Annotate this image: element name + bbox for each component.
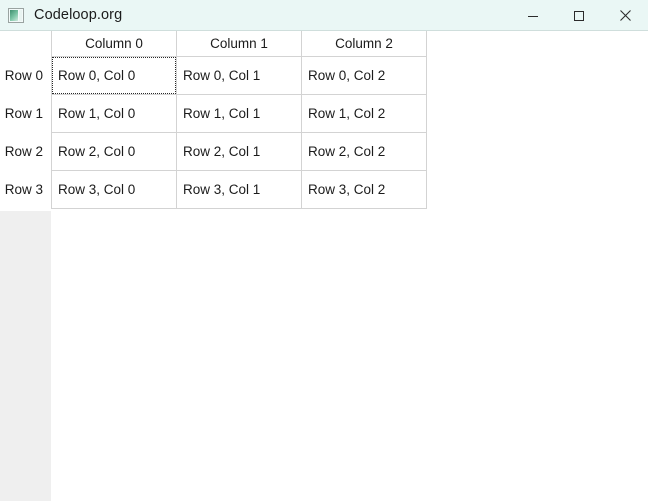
app-logo-glyph xyxy=(10,9,18,21)
cell-3-1[interactable]: Row 3, Col 1 xyxy=(176,170,302,209)
data-table: Column 0 Column 1 Column 2 Row 0 Row 0, … xyxy=(0,31,427,209)
cell-text: Row 1, Col 1 xyxy=(183,105,261,121)
cell-0-2[interactable]: Row 0, Col 2 xyxy=(301,55,427,95)
table-row: Row 3 Row 3, Col 0 Row 3, Col 1 Row 3, C… xyxy=(0,170,427,209)
cell-1-1[interactable]: Row 1, Col 1 xyxy=(176,94,302,133)
window-title: Codeloop.org xyxy=(34,7,123,23)
row-header-gutter xyxy=(0,211,51,501)
column-header-0[interactable]: Column 0 xyxy=(51,31,177,56)
cell-text: Row 2, Col 2 xyxy=(308,143,386,159)
cell-0-1[interactable]: Row 0, Col 1 xyxy=(176,55,302,95)
cell-text: Row 2, Col 1 xyxy=(183,143,261,159)
table-view[interactable]: Column 0 Column 1 Column 2 Row 0 Row 0, … xyxy=(0,31,427,212)
table-row: Row 0 Row 0, Col 0 Row 0, Col 1 Row 0, C… xyxy=(0,55,427,95)
maximize-icon xyxy=(574,10,584,21)
cell-text: Row 1, Col 2 xyxy=(308,105,386,121)
cell-text: Row 1, Col 0 xyxy=(58,105,136,121)
table-row: Row 2 Row 2, Col 0 Row 2, Col 1 Row 2, C… xyxy=(0,132,427,171)
window-controls xyxy=(510,0,648,31)
cell-3-0[interactable]: Row 3, Col 0 xyxy=(51,170,177,209)
app-logo-icon xyxy=(8,7,24,23)
app-logo-accent xyxy=(19,9,22,21)
cell-text: Row 3, Col 0 xyxy=(58,181,136,197)
cell-2-1[interactable]: Row 2, Col 1 xyxy=(176,132,302,171)
cell-text: Row 0, Col 2 xyxy=(308,67,386,83)
table-header: Column 0 Column 1 Column 2 xyxy=(0,31,427,56)
cell-2-2[interactable]: Row 2, Col 2 xyxy=(301,132,427,171)
client-area: Column 0 Column 1 Column 2 Row 0 Row 0, … xyxy=(0,31,648,501)
column-header-2[interactable]: Column 2 xyxy=(301,31,427,56)
row-header-3[interactable]: Row 3 xyxy=(0,170,52,208)
cell-text: Row 3, Col 2 xyxy=(308,181,386,197)
close-button[interactable] xyxy=(602,0,648,31)
cell-text: Row 0, Col 1 xyxy=(183,67,261,83)
minimize-icon xyxy=(528,15,538,17)
cell-text: Row 2, Col 0 xyxy=(58,143,136,159)
table-row: Row 1 Row 1, Col 0 Row 1, Col 1 Row 1, C… xyxy=(0,94,427,133)
cell-1-0[interactable]: Row 1, Col 0 xyxy=(51,94,177,133)
minimize-button[interactable] xyxy=(510,0,556,31)
cell-3-2[interactable]: Row 3, Col 2 xyxy=(301,170,427,209)
title-bar: Codeloop.org xyxy=(0,0,648,31)
cell-0-0[interactable]: Row 0, Col 0 xyxy=(51,55,177,95)
app-window: Codeloop.org Column 0 Column 1 Column 2 … xyxy=(0,0,648,501)
table-corner-header[interactable] xyxy=(0,31,52,56)
row-header-1[interactable]: Row 1 xyxy=(0,94,52,132)
row-header-0[interactable]: Row 0 xyxy=(0,56,52,94)
cell-text: Row 3, Col 1 xyxy=(183,181,261,197)
close-icon xyxy=(619,10,631,21)
maximize-button[interactable] xyxy=(556,0,602,31)
row-header-2[interactable]: Row 2 xyxy=(0,132,52,170)
column-header-1[interactable]: Column 1 xyxy=(176,31,302,56)
cell-text: Row 0, Col 0 xyxy=(58,67,136,83)
table-body: Row 0 Row 0, Col 0 Row 0, Col 1 Row 0, C… xyxy=(0,55,427,209)
cell-1-2[interactable]: Row 1, Col 2 xyxy=(301,94,427,133)
cell-2-0[interactable]: Row 2, Col 0 xyxy=(51,132,177,171)
header-row: Column 0 Column 1 Column 2 xyxy=(0,31,427,56)
